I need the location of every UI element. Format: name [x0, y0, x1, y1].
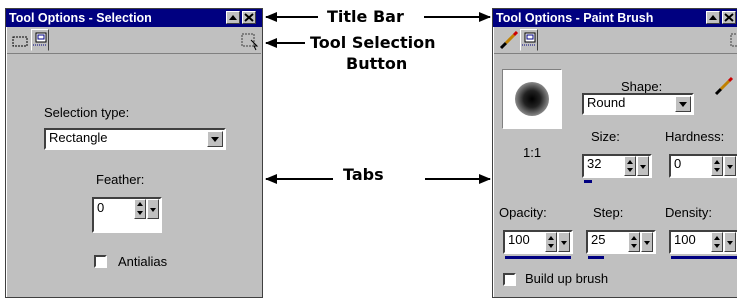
annotation-title-bar: Title Bar	[327, 7, 404, 26]
annotation-tool-selection: Tool Selection	[310, 33, 436, 52]
annotation-tabs: Tabs	[343, 165, 384, 184]
annotation-button: Button	[346, 54, 408, 73]
